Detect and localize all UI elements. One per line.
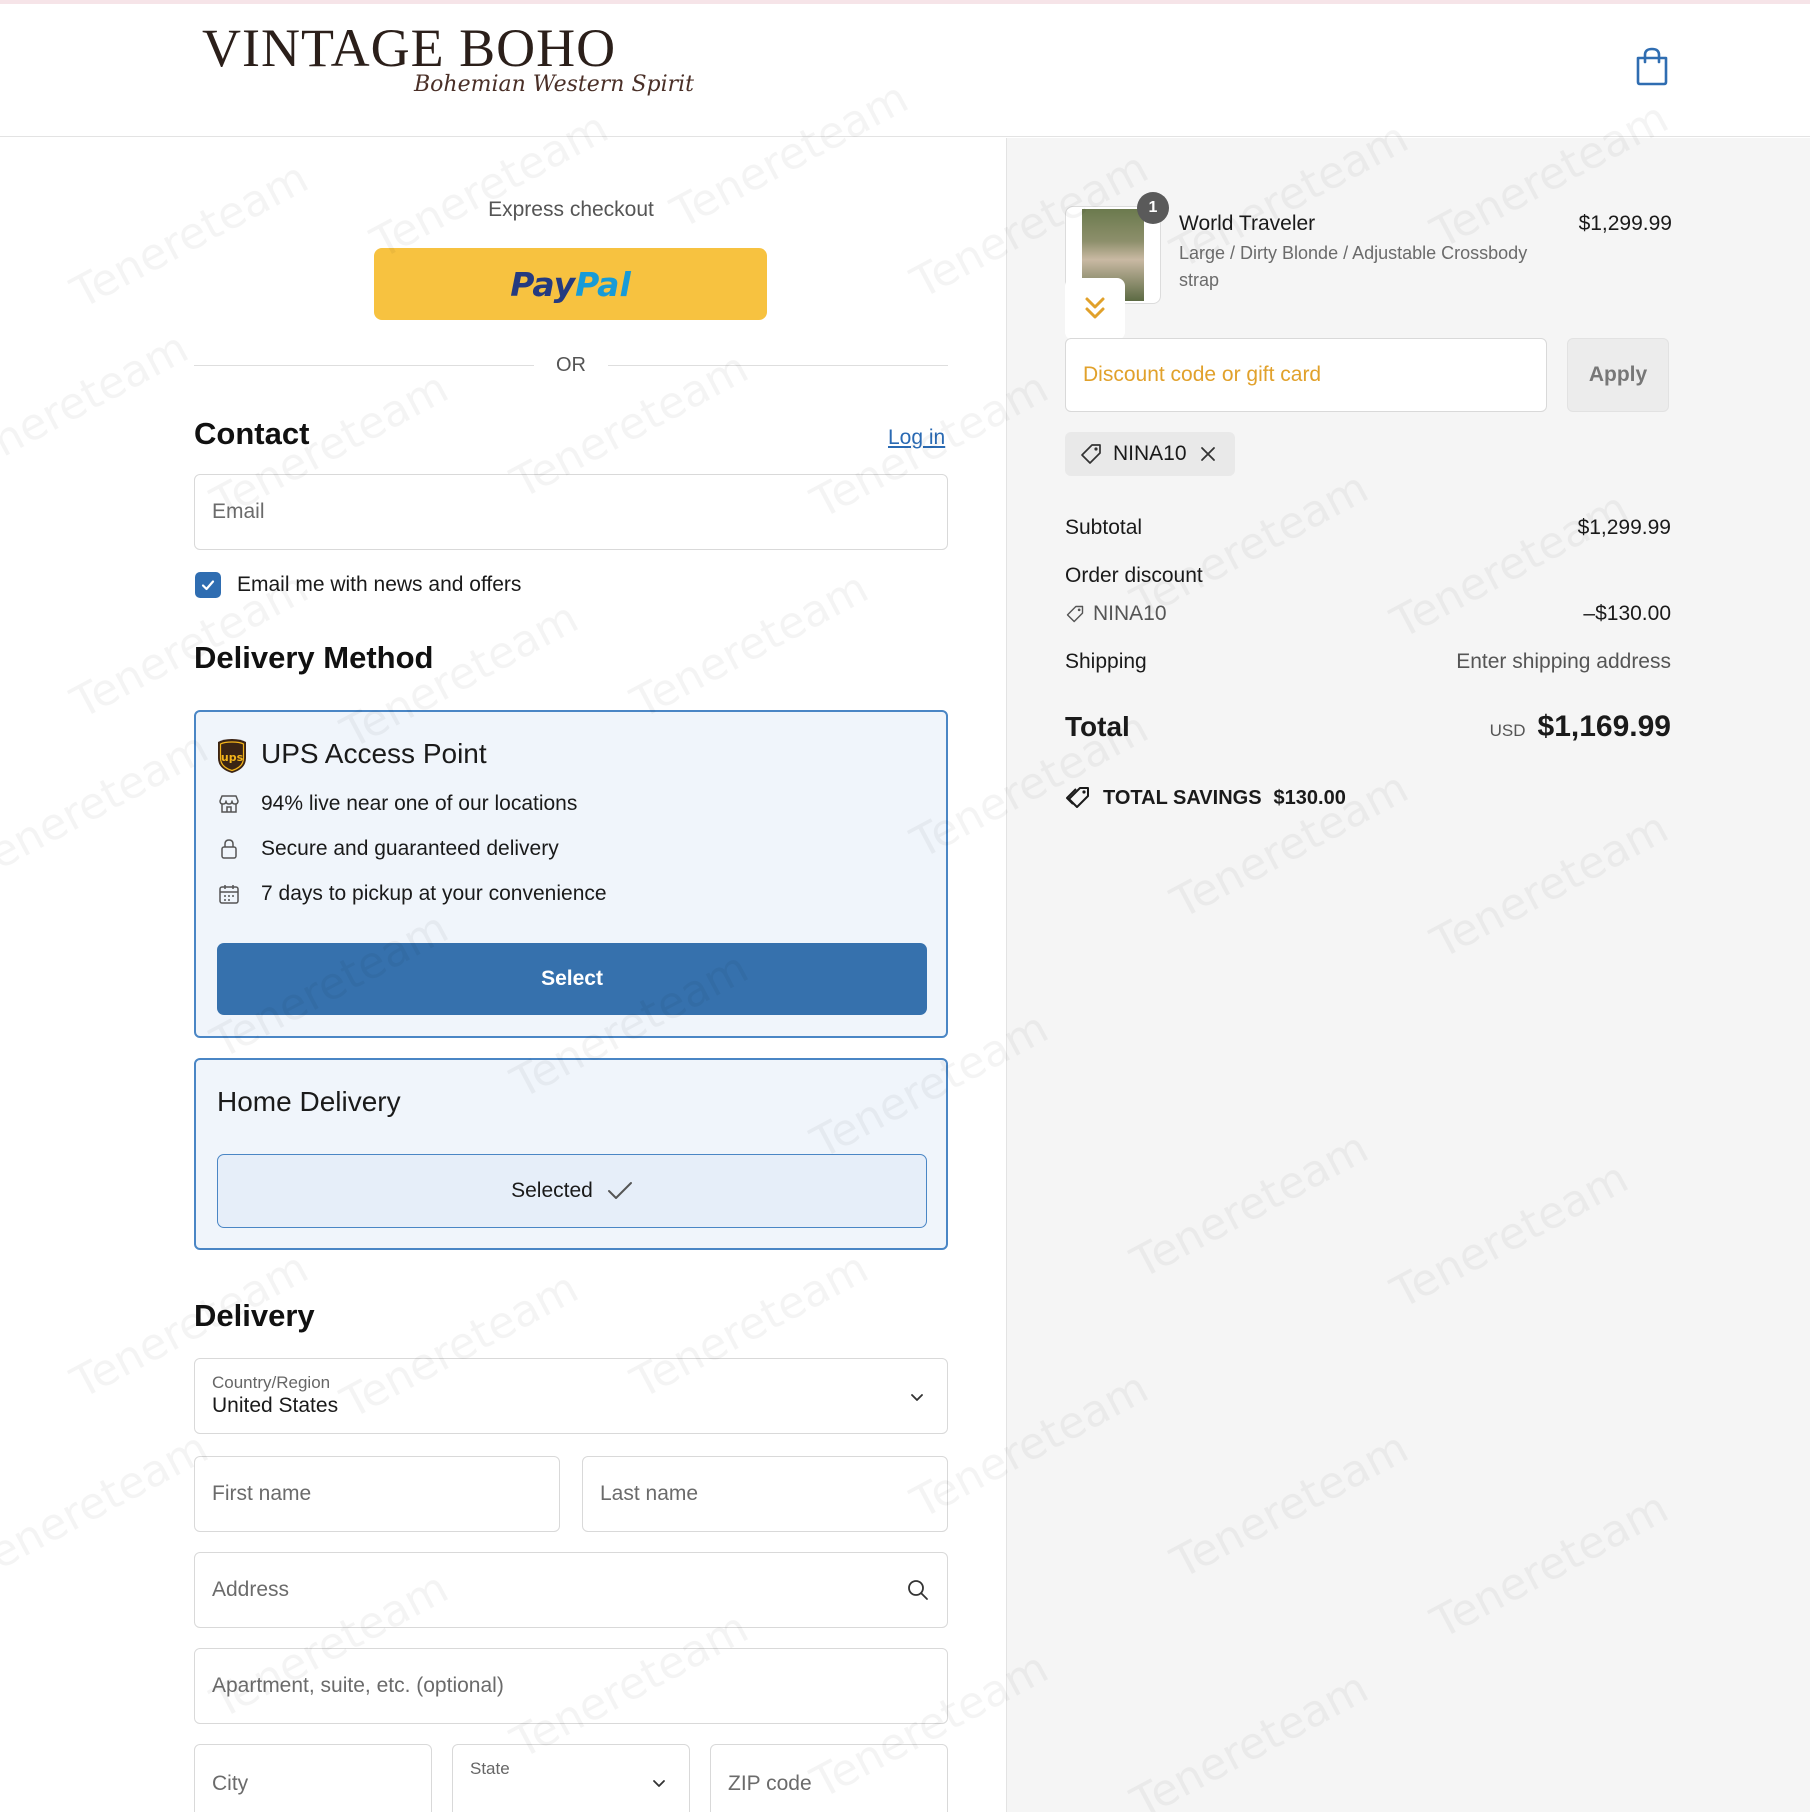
order-discount-row: Order discount (1065, 564, 1671, 588)
express-checkout-label: Express checkout (488, 198, 654, 221)
apartment-field[interactable] (194, 1648, 948, 1724)
close-icon[interactable] (1199, 445, 1217, 463)
brand-name: VINTAGE BOHO (202, 18, 617, 78)
ups-feature-locations: 94% live near one of our locations (217, 792, 577, 816)
ups-logo-icon: ups (218, 739, 246, 773)
order-summary-column: 1 World Traveler Large / Dirty Blonde / … (1006, 138, 1810, 1812)
country-value: United States (212, 1394, 339, 1417)
tag-icon (1066, 605, 1084, 623)
ups-option-title: UPS Access Point (261, 738, 487, 769)
state-select[interactable]: State (452, 1744, 690, 1812)
paypal-wordmark-pay: Pay (510, 264, 576, 304)
brand-tagline: Bohemian Western Spirit (414, 72, 695, 97)
email-input[interactable] (212, 500, 930, 524)
quantity-badge: 1 (1137, 192, 1169, 224)
product-variant: Large / Dirty Blonde / Adjustable Crossb… (1179, 243, 1528, 290)
first-name-input[interactable] (212, 1482, 542, 1506)
home-delivery-title: Home Delivery (217, 1086, 401, 1117)
shipping-row: Shipping Enter shipping address (1065, 650, 1671, 674)
order-discount-label: Order discount (1065, 564, 1203, 587)
discount-value: –$130.00 (1583, 602, 1671, 625)
check-icon (201, 580, 215, 591)
total-amount: $1,169.99 (1537, 710, 1671, 743)
discount-code-input[interactable] (1083, 363, 1529, 387)
total-savings: TOTAL SAVINGS $130.00 (1065, 786, 1346, 810)
applied-code: NINA10 (1113, 442, 1187, 465)
double-chevron-down-icon (1085, 297, 1105, 319)
applied-discount-chip: NINA10 (1065, 432, 1235, 476)
email-field[interactable] (194, 474, 948, 550)
search-icon[interactable] (906, 1578, 930, 1602)
country-label: Country/Region (212, 1373, 331, 1392)
paypal-button[interactable]: Pay Pal (374, 248, 767, 320)
selected-label: Selected (511, 1179, 593, 1202)
divider-line (608, 364, 948, 366)
city-input[interactable] (212, 1772, 414, 1796)
shipping-label: Shipping (1065, 650, 1147, 673)
news-checkbox-label: Email me with news and offers (237, 573, 522, 596)
shopping-bag-icon[interactable] (1634, 46, 1670, 86)
discount-code-text: NINA10 (1093, 602, 1167, 625)
discount-code-line: NINA10 (1065, 602, 1167, 626)
first-name-field[interactable] (194, 1456, 560, 1532)
last-name-field[interactable] (582, 1456, 948, 1532)
shipping-value: Enter shipping address (1456, 650, 1671, 673)
savings-label: TOTAL SAVINGS (1103, 786, 1262, 809)
tag-icon (1081, 444, 1101, 464)
feature-text: 94% live near one of our locations (261, 792, 578, 815)
chevron-down-icon (653, 1780, 665, 1787)
paypal-wordmark-pal: Pal (575, 264, 631, 304)
contact-title: Contact (194, 416, 310, 451)
ups-feature-pickup: 7 days to pickup at your convenience (217, 882, 607, 906)
home-delivery-option[interactable]: Home Delivery Selected (194, 1058, 948, 1250)
brand-logo[interactable]: VINTAGE BOHO Bohemian Western Spirit (202, 18, 694, 110)
delivery-method-title: Delivery Method (194, 640, 434, 675)
news-checkbox[interactable] (195, 572, 221, 598)
address-field[interactable] (194, 1552, 948, 1628)
ups-select-button[interactable]: Select (217, 943, 927, 1015)
total-label: Total (1065, 711, 1130, 742)
state-label: State (470, 1759, 510, 1778)
chevron-down-icon (911, 1394, 923, 1401)
feature-text: 7 days to pickup at your convenience (261, 882, 607, 905)
or-divider: OR (194, 350, 948, 380)
expand-summary-handle[interactable] (1065, 278, 1125, 340)
product-price: $1,299.99 (1578, 212, 1672, 235)
checkmark-icon (607, 1182, 632, 1199)
city-field[interactable] (194, 1744, 432, 1812)
address-input[interactable] (212, 1578, 906, 1602)
savings-tag-icon (1066, 787, 1089, 808)
subtotal-row: Subtotal $1,299.99 (1065, 516, 1671, 540)
divider-line (194, 364, 534, 366)
home-delivery-selected-button[interactable]: Selected (217, 1154, 927, 1228)
product-name: World Traveler (1179, 212, 1316, 235)
total-row: Total USD $1,169.99 (1065, 710, 1671, 744)
checkout-form-column: Express checkout Pay Pal OR Contact Log i… (0, 138, 1006, 1812)
delivery-title: Delivery (194, 1298, 315, 1333)
or-text: OR (556, 353, 586, 376)
currency-code: USD (1489, 721, 1526, 740)
feature-text: Secure and guaranteed delivery (261, 837, 559, 860)
checkout-header: VINTAGE BOHO Bohemian Western Spirit (0, 4, 1810, 137)
svg-text:ups: ups (221, 751, 244, 764)
subtotal-label: Subtotal (1065, 516, 1143, 539)
discount-code-field[interactable] (1065, 338, 1547, 412)
ups-feature-secure: Secure and guaranteed delivery (217, 837, 559, 861)
subtotal-value: $1,299.99 (1577, 516, 1671, 539)
login-link[interactable]: Log in (888, 426, 945, 450)
apply-discount-button[interactable]: Apply (1567, 338, 1669, 412)
ups-access-point-option[interactable]: ups UPS Access Point 94% live near one o… (194, 710, 948, 1038)
lock-icon (221, 839, 237, 859)
apartment-input[interactable] (212, 1674, 930, 1698)
country-select[interactable]: Country/Region United States (194, 1358, 948, 1434)
last-name-input[interactable] (600, 1482, 930, 1506)
zip-field[interactable] (710, 1744, 948, 1812)
total-amount-group: USD $1,169.99 (1490, 710, 1671, 744)
store-icon (219, 795, 239, 813)
discount-code-row: NINA10 –$130.00 (1065, 602, 1671, 626)
calendar-icon (219, 885, 239, 904)
savings-value: $130.00 (1273, 786, 1346, 809)
zip-input[interactable] (728, 1772, 930, 1796)
